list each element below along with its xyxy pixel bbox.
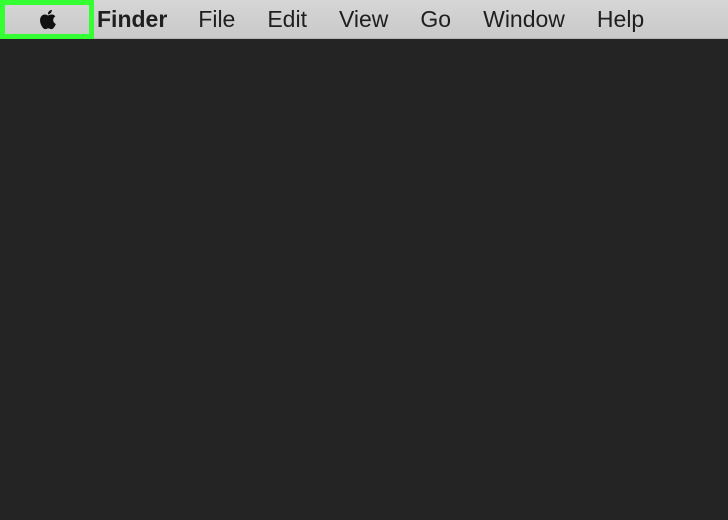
menu-file[interactable]: File — [198, 0, 235, 39]
menu-finder[interactable]: Finder — [97, 0, 167, 39]
apple-menu-button[interactable] — [0, 0, 94, 39]
menu-bar: Finder File Edit View Go Window Help — [0, 0, 728, 39]
desktop-area[interactable] — [0, 39, 728, 520]
menu-window[interactable]: Window — [483, 0, 565, 39]
screen: Finder File Edit View Go Window Help — [0, 0, 728, 520]
menu-help[interactable]: Help — [597, 0, 644, 39]
menu-edit[interactable]: Edit — [267, 0, 307, 39]
menu-view[interactable]: View — [339, 0, 388, 39]
menu-go[interactable]: Go — [420, 0, 451, 39]
apple-logo-icon — [40, 9, 56, 29]
